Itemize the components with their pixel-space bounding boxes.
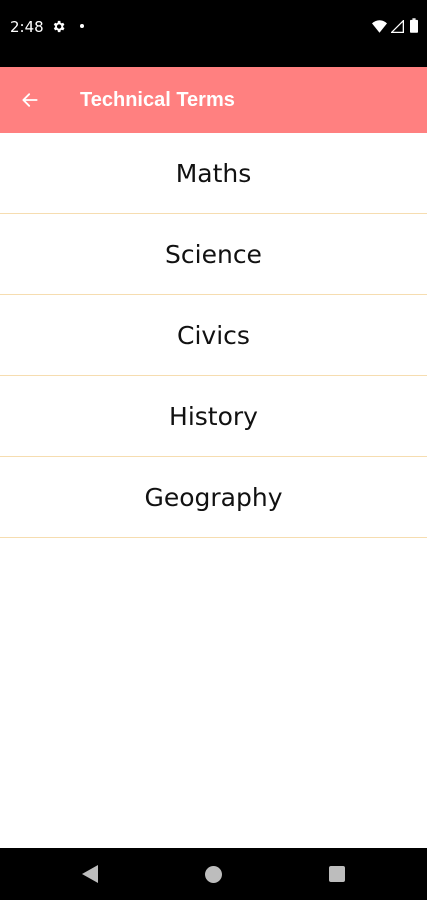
notification-dot-icon [80,24,84,28]
subject-label: History [169,401,258,431]
subject-label: Science [165,239,262,269]
battery-icon [410,18,418,33]
nav-back-icon[interactable] [82,865,98,883]
nav-recents-icon[interactable] [329,866,345,882]
back-button[interactable] [14,84,46,116]
subject-label: Civics [177,320,250,350]
gear-icon [53,20,65,33]
subject-item-civics[interactable]: Civics [0,295,427,376]
signal-icon [391,20,404,33]
subject-item-maths[interactable]: Maths [0,133,427,214]
status-bar: 2:48 [0,0,427,67]
subject-item-geography[interactable]: Geography [0,457,427,538]
page-title: Technical Terms [80,89,235,111]
system-nav-bar [0,848,427,900]
app-bar: Technical Terms [0,67,427,133]
screen: 2:48 Technical Terms Maths Science Civic… [0,0,427,900]
subject-item-history[interactable]: History [0,376,427,457]
nav-home-icon[interactable] [205,866,222,883]
subject-item-science[interactable]: Science [0,214,427,295]
subject-label: Maths [175,158,252,188]
arrow-left-icon [22,93,38,107]
status-time: 2:48 [10,18,44,36]
wifi-icon [372,20,387,33]
subject-list: Maths Science Civics History Geography [0,133,427,538]
subject-label: Geography [144,482,283,512]
